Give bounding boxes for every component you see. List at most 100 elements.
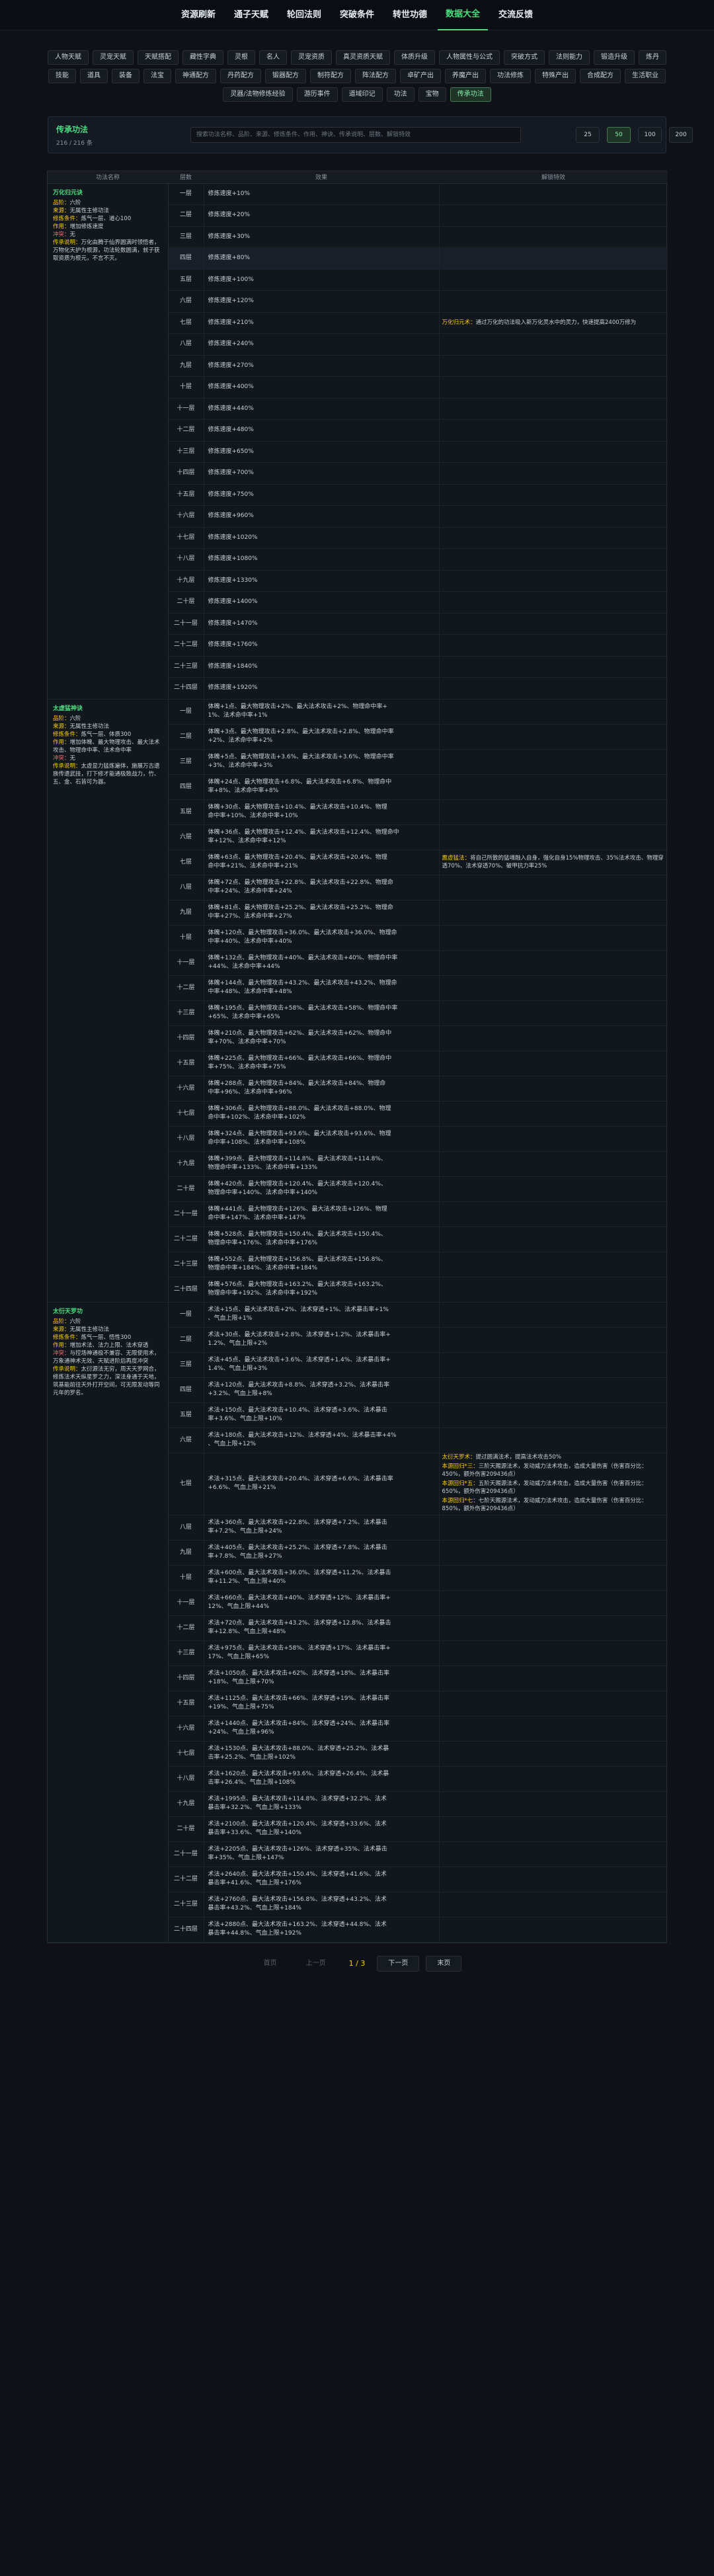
unlock-cell xyxy=(438,1716,668,1742)
category-button[interactable]: 体质升级 xyxy=(394,50,435,65)
nav-item[interactable]: 突破条件 xyxy=(332,0,382,30)
next-page-button[interactable]: 下一页 xyxy=(377,1955,420,1972)
header-effect: 效果 xyxy=(204,171,439,184)
category-button[interactable]: 宝物 xyxy=(418,87,446,102)
category-button[interactable]: 功法修炼 xyxy=(490,69,531,83)
unlock-cell xyxy=(438,1101,668,1127)
nav-item[interactable]: 通子天赋 xyxy=(226,0,276,30)
category-button[interactable]: 特殊产出 xyxy=(535,69,576,83)
technique-attr: 品阶：六阶 xyxy=(53,1318,163,1326)
nav-item[interactable]: 数据大全 xyxy=(438,0,489,30)
category-button[interactable]: 天赋搭配 xyxy=(138,50,178,65)
unlock-cell: 震虚猛法：将自己所散的猛魂融入自身，强化自身15%物理攻击、35%法术攻击、物理… xyxy=(438,850,668,875)
page-size-25[interactable]: 25 xyxy=(576,127,600,143)
attr-value: 炼气一层、道心100 xyxy=(81,215,132,222)
unlock-cell xyxy=(438,1126,668,1152)
category-button[interactable]: 灵宠天赋 xyxy=(93,50,134,65)
category-button[interactable]: 灵根 xyxy=(227,50,255,65)
unlock-cell xyxy=(438,1867,668,1892)
category-button[interactable]: 突破方式 xyxy=(504,50,545,65)
effect-line: 修炼速度+30% xyxy=(208,233,251,240)
effect-line: 术法+120点、最大法术攻击+8.8%、法术穿透+3.2%、法术暴击率 xyxy=(208,1382,390,1389)
effect-cell: 体魄+5点、最大物理攻击+3.6%、最大法术攻击+3.6%、物理命中率 +3%、法… xyxy=(204,749,439,775)
effect-line: 中率+96%、法术命中率+96% xyxy=(208,1089,292,1096)
category-button[interactable]: 名人 xyxy=(259,50,287,65)
level-cell: 十八层 xyxy=(167,1126,204,1152)
category-button[interactable]: 游历事件 xyxy=(296,87,338,102)
category-button[interactable]: 灵器/法物修炼经验 xyxy=(223,87,293,102)
attr-value: 无属性主修功法 xyxy=(69,207,110,214)
unlock-key: 震虚猛法： xyxy=(442,855,471,862)
category-button[interactable]: 法则能力 xyxy=(549,50,590,65)
category-button[interactable]: 卓矿产出 xyxy=(400,69,441,83)
category-button[interactable]: 神通配方 xyxy=(175,69,216,83)
unlock-cell xyxy=(438,1540,668,1566)
category-button[interactable]: 道域印记 xyxy=(341,87,383,102)
category-button[interactable]: 功法 xyxy=(386,87,415,102)
effect-cell: 修炼速度+100% xyxy=(204,269,439,291)
category-button[interactable]: 道具 xyxy=(80,69,108,83)
page-size-200[interactable]: 200 xyxy=(669,127,693,143)
last-page-button[interactable]: 末页 xyxy=(426,1955,462,1972)
level-cell: 十三层 xyxy=(167,1000,204,1026)
technique-attr: 修炼条件：炼气一层、道心100 xyxy=(53,215,163,223)
nav-item[interactable]: 轮回法则 xyxy=(279,0,329,30)
nav-item[interactable]: 转世功德 xyxy=(385,0,435,30)
effect-cell: 体魄+63点、最大物理攻击+20.4%、最大法术攻击+20.4%、物理 命中率+2… xyxy=(204,850,439,875)
page-size-100[interactable]: 100 xyxy=(638,127,662,143)
attr-key: 作用： xyxy=(53,223,70,230)
nav-item[interactable]: 交流反馈 xyxy=(491,0,541,30)
unlock-line: 本源回归*五：五阶天赐源法术，发动威力法术攻击，造成大量伤害（伤害百分比：650… xyxy=(442,1480,666,1496)
attr-key: 品阶： xyxy=(53,199,70,206)
technique-attr: 来源：无属性主修功法 xyxy=(53,207,163,215)
prev-page-button[interactable]: 上一页 xyxy=(295,1956,337,1972)
category-button[interactable]: 技能 xyxy=(48,69,76,83)
level-cell: 二层 xyxy=(167,204,204,227)
category-button[interactable]: 人物天赋 xyxy=(48,50,89,65)
effect-line: 命中率+102%、法术命中率+102% xyxy=(208,1114,306,1121)
category-button[interactable]: 合成配方 xyxy=(580,69,621,83)
first-page-button[interactable]: 首页 xyxy=(253,1956,288,1972)
effect-line: 修炼速度+1920% xyxy=(208,684,258,692)
unlock-cell xyxy=(438,656,668,678)
category-button[interactable]: 制符配方 xyxy=(310,69,351,83)
level-cell: 一层 xyxy=(167,183,204,205)
effect-cell: 体魄+1点、最大物理攻击+2%、最大法术攻击+2%、物理命中率+ 1%、法术命中率… xyxy=(204,699,439,725)
category-button[interactable]: 装备 xyxy=(112,69,139,83)
attr-key: 作用： xyxy=(53,1342,70,1349)
category-button[interactable]: 锻器配方 xyxy=(265,69,306,83)
search-input[interactable]: 搜索功法名称、品阶、来源、修炼条件、作用、神诀、传承说明、层数、解锁特效 xyxy=(190,127,521,143)
unlock-cell xyxy=(438,825,668,850)
attr-value: 炼气一层、体质300 xyxy=(81,731,132,738)
level-cell: 四层 xyxy=(167,1377,204,1403)
level-cell: 十七层 xyxy=(167,1741,204,1767)
effect-line: 体魄+72点、最大物理攻击+22.8%、最大法术攻击+22.8%、物理命 xyxy=(208,879,393,886)
category-button[interactable]: 人物属性与公式 xyxy=(439,50,500,65)
category-button[interactable]: 炼丹 xyxy=(639,50,666,65)
category-button[interactable]: 藏性字典 xyxy=(182,50,223,65)
effect-line: 修炼速度+210% xyxy=(208,319,254,326)
level-cell: 十六层 xyxy=(167,1716,204,1742)
effect-cell: 修炼速度+1470% xyxy=(204,613,439,635)
category-button[interactable]: 真灵资质天赋 xyxy=(336,50,390,65)
effect-cell: 体魄+24点、最大物理攻击+6.8%、最大法术攻击+6.8%、物理命中 率+8%、… xyxy=(204,774,439,800)
nav-item[interactable]: 资源刷新 xyxy=(173,0,223,30)
effect-cell: 术法+1050点、最大法术攻击+62%、法术穿透+18%、法术暴击率 +18%、气… xyxy=(204,1666,439,1691)
technique-attr: 作用：增加修炼速度 xyxy=(53,223,163,231)
page-size-50[interactable]: 50 xyxy=(607,127,631,143)
effect-cell: 修炼速度+1920% xyxy=(204,677,439,700)
effect-cell: 体魄+81点、最大物理攻击+25.2%、最大法术攻击+25.2%、物理命 中率+2… xyxy=(204,900,439,926)
category-button[interactable]: 锻造升级 xyxy=(594,50,635,65)
category-button[interactable]: 养魔产出 xyxy=(445,69,486,83)
category-button[interactable]: 灵宠资质 xyxy=(291,50,332,65)
category-button[interactable]: 阵法配方 xyxy=(355,69,396,83)
effect-cell: 体魄+306点、最大物理攻击+88.0%、最大法术攻击+88.0%、物理 命中率+… xyxy=(204,1101,439,1127)
page: { "nav":["资源刷新","通子天赋","轮回法则","突破条件","转世… xyxy=(0,0,714,2576)
category-button[interactable]: 生活职业 xyxy=(625,69,666,83)
category-button[interactable]: 丹药配方 xyxy=(220,69,261,83)
attr-value: 增加修炼速度 xyxy=(69,223,104,230)
effect-line: 率+70%、法术命中率+70% xyxy=(208,1039,286,1045)
category-button[interactable]: 法宝 xyxy=(143,69,171,83)
effect-line: 修炼速度+1400% xyxy=(208,598,258,606)
category-button[interactable]: 传承功法 xyxy=(450,87,491,102)
